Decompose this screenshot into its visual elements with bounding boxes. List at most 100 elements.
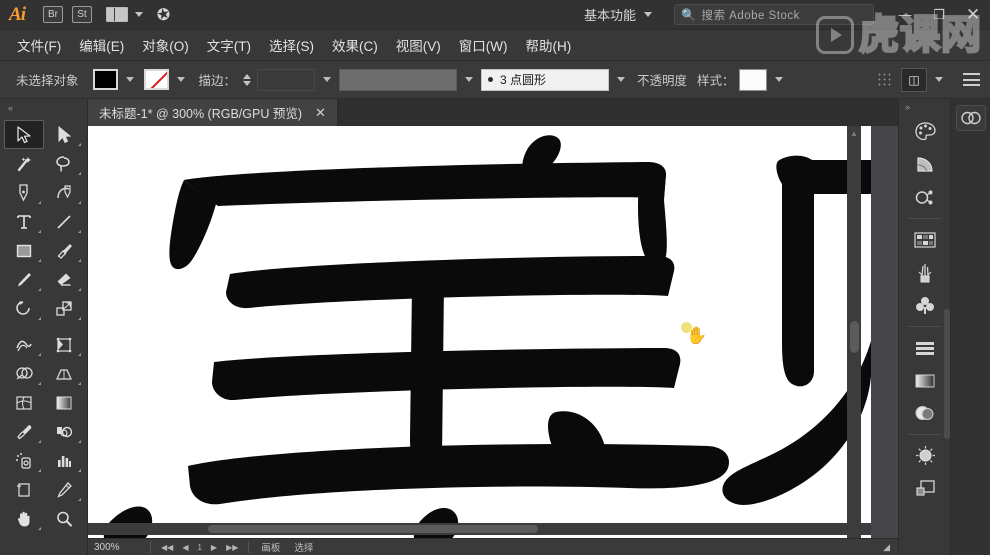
- toolpanel-collapse-icon[interactable]: «: [0, 99, 87, 117]
- brush-definition-select[interactable]: 3 点圆形: [481, 68, 610, 91]
- perspective-grid-tool[interactable]: [44, 359, 84, 388]
- canvas-horizontal-scrollbar[interactable]: [88, 523, 871, 535]
- stock-button[interactable]: St: [72, 6, 92, 23]
- maximize-button[interactable]: ❐: [922, 0, 956, 30]
- slice-tool[interactable]: [44, 475, 84, 504]
- direct-selection-tool[interactable]: [44, 120, 84, 149]
- stroke-weight-chevron-icon[interactable]: [323, 77, 332, 82]
- zoom-level-input[interactable]: 300%: [88, 542, 150, 553]
- rectangle-tool[interactable]: [4, 236, 44, 265]
- menu-view[interactable]: 视图(V): [387, 30, 450, 61]
- zoom-tool[interactable]: [44, 504, 84, 533]
- lasso-tool[interactable]: [44, 149, 84, 178]
- stroke-profile-select[interactable]: [339, 68, 458, 91]
- free-transform-tool[interactable]: [44, 330, 84, 359]
- canvas-vertical-scrollbar[interactable]: ▲ ▼: [847, 126, 861, 538]
- color-guide-panel-icon[interactable]: [899, 148, 951, 181]
- symbol-sprayer-tool[interactable]: [4, 446, 44, 475]
- paintbrush-tool[interactable]: [44, 236, 84, 265]
- document-area: ✋ ▲ ▼: [88, 126, 898, 555]
- pen-tool[interactable]: [4, 178, 44, 207]
- current-tool-label[interactable]: 选择: [280, 540, 313, 554]
- curvature-tool[interactable]: [44, 178, 84, 207]
- menu-edit[interactable]: 编辑(E): [70, 30, 133, 61]
- tool-grid: [0, 117, 87, 533]
- cc-rail: [950, 99, 990, 555]
- brush-chevron-icon[interactable]: [617, 77, 626, 82]
- stroke-swatch[interactable]: [143, 69, 169, 90]
- opacity-label[interactable]: 不透明度: [637, 70, 687, 89]
- artboard-number-input[interactable]: 1: [197, 543, 201, 552]
- stroke-swatch-group[interactable]: [143, 69, 193, 90]
- panel-dock: »: [898, 99, 950, 555]
- width-tool[interactable]: [4, 330, 44, 359]
- menu-type[interactable]: 文字(T): [198, 30, 260, 61]
- prev-artboard-button[interactable]: ◀: [182, 543, 188, 552]
- selection-tool[interactable]: [4, 120, 44, 149]
- blend-tool[interactable]: [44, 417, 84, 446]
- window-controls: — ❐ ✕: [888, 0, 990, 30]
- eyedropper-tool[interactable]: [4, 417, 44, 446]
- stroke-chevron-icon[interactable]: [176, 77, 185, 82]
- fill-swatch-group[interactable]: [92, 69, 142, 90]
- menu-bar: 文件(F) 编辑(E) 对象(O) 文字(T) 选择(S) 效果(C) 视图(V…: [0, 30, 990, 61]
- eraser-tool[interactable]: [44, 265, 84, 294]
- stroke-weight-stepper[interactable]: [240, 69, 253, 90]
- dock-collapse-icon[interactable]: »: [899, 99, 950, 115]
- close-icon[interactable]: ✕: [315, 105, 326, 121]
- arrange-documents-icon[interactable]: [106, 7, 128, 22]
- align-icon[interactable]: [877, 71, 893, 88]
- status-resize-grip[interactable]: ◢: [883, 542, 898, 553]
- panel-menu-icon[interactable]: [963, 73, 980, 86]
- menu-help[interactable]: 帮助(H): [516, 30, 580, 61]
- rotate-tool[interactable]: [4, 294, 44, 323]
- column-graph-tool[interactable]: [44, 446, 84, 475]
- bridge-button[interactable]: Br: [43, 6, 63, 23]
- discover-icon[interactable]: ✪: [155, 3, 172, 25]
- shape-builder-tool[interactable]: [4, 359, 44, 388]
- title-bar: Ai Br St ✪ 基本功能 🔍 搜索 Adobe Stock — ❐ ✕: [0, 0, 990, 30]
- menu-object[interactable]: 对象(O): [133, 30, 198, 61]
- document-setup-button[interactable]: ◫: [901, 67, 927, 92]
- fill-swatch[interactable]: [92, 69, 118, 90]
- last-artboard-button[interactable]: ▶▶: [226, 543, 238, 552]
- shaper-tool[interactable]: [4, 265, 44, 294]
- workspace-switcher-label[interactable]: 基本功能: [584, 5, 636, 24]
- creative-cloud-icon[interactable]: [955, 105, 986, 131]
- menu-effect[interactable]: 效果(C): [323, 30, 387, 61]
- artboard-canvas[interactable]: ✋ ▲ ▼: [88, 126, 871, 538]
- scale-tool[interactable]: [44, 294, 84, 323]
- arrange-documents-chevron-icon[interactable]: [135, 12, 143, 17]
- menu-file[interactable]: 文件(F): [8, 30, 70, 61]
- stroke-weight-input[interactable]: [257, 68, 316, 91]
- document-tab[interactable]: 未标题-1* @ 300% (RGB/GPU 预览) ✕: [88, 99, 338, 126]
- mesh-tool[interactable]: [4, 388, 44, 417]
- minimize-button[interactable]: —: [888, 0, 922, 30]
- document-setup-chevron-icon[interactable]: [935, 77, 943, 82]
- artboard-label: 画板: [261, 543, 281, 554]
- first-artboard-button[interactable]: ◀◀: [161, 543, 173, 552]
- graphic-style-swatch[interactable]: [738, 68, 767, 91]
- fill-chevron-icon[interactable]: [125, 77, 134, 82]
- close-button[interactable]: ✕: [956, 0, 990, 30]
- menu-window[interactable]: 窗口(W): [450, 30, 517, 61]
- search-input[interactable]: 🔍 搜索 Adobe Stock: [674, 4, 874, 25]
- artboard-navigation: ◀◀ ◀ 1 ▶ ▶▶: [151, 543, 248, 552]
- symbols-panel-icon[interactable]: [899, 181, 951, 214]
- stroke-profile-chevron-icon[interactable]: [465, 77, 474, 82]
- hand-tool[interactable]: [4, 504, 44, 533]
- scroll-up-icon[interactable]: ▲: [850, 129, 858, 138]
- style-chevron-icon[interactable]: [774, 77, 783, 82]
- magic-wand-tool[interactable]: [4, 149, 44, 178]
- line-segment-tool[interactable]: [44, 207, 84, 236]
- search-placeholder-text: 搜索 Adobe Stock: [701, 9, 800, 22]
- workspace-chevron-icon[interactable]: [644, 12, 652, 17]
- horizontal-scroll-thumb[interactable]: [208, 525, 538, 533]
- type-tool[interactable]: [4, 207, 44, 236]
- gradient-tool[interactable]: [44, 388, 84, 417]
- vertical-scroll-thumb[interactable]: [850, 321, 859, 353]
- menu-select[interactable]: 选择(S): [260, 30, 323, 61]
- color-panel-icon[interactable]: [899, 115, 951, 148]
- next-artboard-button[interactable]: ▶: [211, 543, 217, 552]
- artboard-tool[interactable]: [4, 475, 44, 504]
